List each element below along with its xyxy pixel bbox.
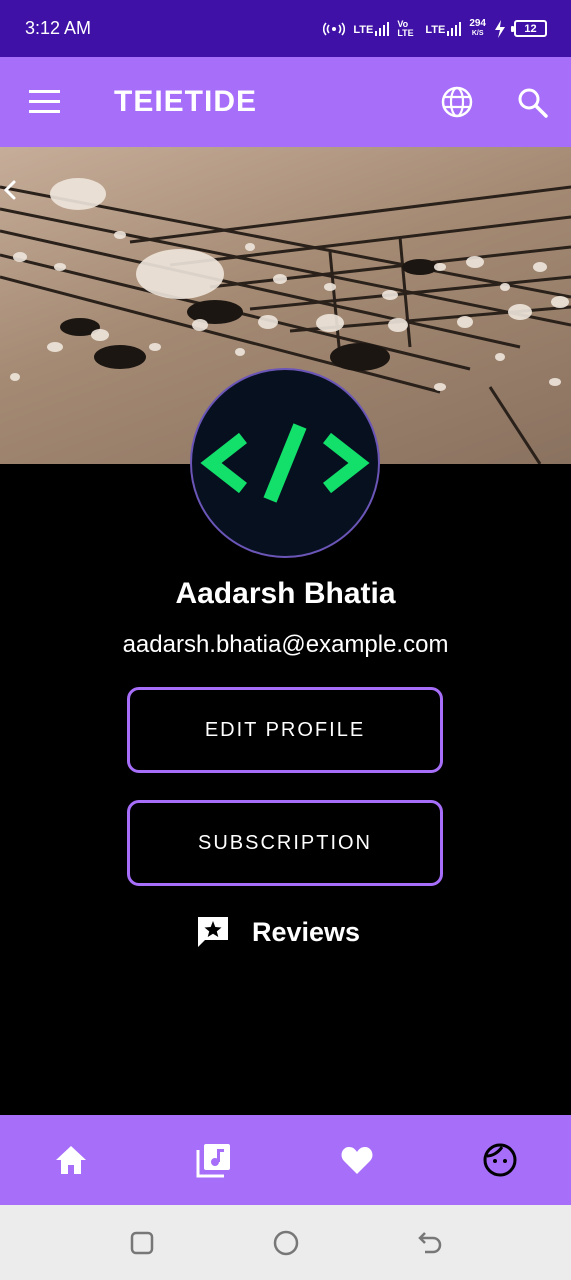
recents-button[interactable] [125,1226,159,1260]
code-icon [200,423,370,503]
app-title: TEIETIDE [114,85,258,118]
edit-profile-button[interactable]: EDIT PROFILE [127,687,443,773]
battery-icon: 12 [511,20,547,37]
net-speed-value: 294 [469,17,486,29]
face-icon [483,1143,517,1177]
volte-label: Vo LTE [397,18,414,38]
charging-icon [495,19,505,38]
reviews-icon [198,917,228,947]
back-arrow-icon[interactable] [0,178,20,202]
battery-level: 12 [524,22,537,35]
signal-2: LTE [425,21,462,36]
menu-icon[interactable] [29,90,60,114]
back-button[interactable] [413,1226,447,1260]
circle-icon [273,1230,298,1255]
return-icon [417,1231,441,1253]
bottom-nav [0,1115,571,1205]
reviews-link[interactable]: Reviews [195,914,360,950]
system-nav-bar [0,1205,571,1280]
music-library-icon [196,1144,231,1178]
app-bar: TEIETIDE [0,57,571,147]
square-icon [130,1231,153,1254]
network-type-2: LTE [425,23,446,36]
avatar[interactable] [190,368,380,558]
status-bar: 3:12 AM LTE Vo LTE LTE 294 K/S 12 [0,0,571,57]
home-icon [56,1146,87,1174]
user-name: Aadarsh Bhatia [175,577,396,610]
hotspot-icon [323,21,346,36]
net-speed-unit: K/S [471,29,484,37]
nav-profile[interactable] [480,1140,520,1180]
network-type-1: LTE [353,23,374,36]
home-button[interactable] [269,1226,303,1260]
search-icon[interactable] [515,85,549,119]
signal-1: LTE [353,21,390,36]
user-email: aadarsh.bhatia@example.com [122,631,449,658]
nav-favorites[interactable] [337,1140,377,1180]
nav-home[interactable] [51,1140,91,1180]
nav-library[interactable] [194,1140,234,1180]
reviews-label: Reviews [252,916,361,947]
status-time: 3:12 AM [25,18,92,38]
globe-icon[interactable] [440,85,474,119]
heart-icon [341,1147,373,1174]
subscription-button[interactable]: SUBSCRIPTION [127,800,443,886]
status-indicators: LTE Vo LTE LTE 294 K/S 12 [323,17,547,39]
net-speed: 294 K/S [469,17,486,39]
